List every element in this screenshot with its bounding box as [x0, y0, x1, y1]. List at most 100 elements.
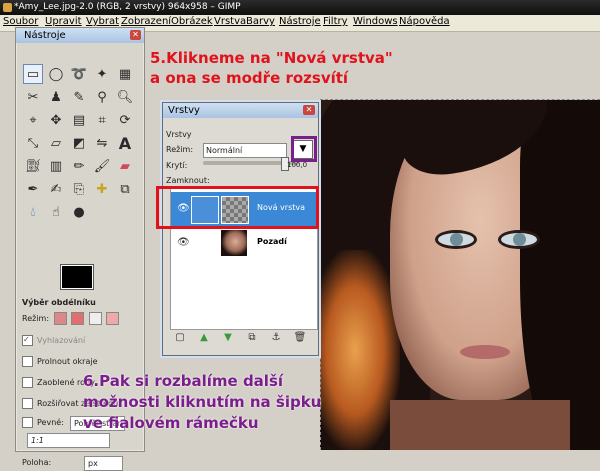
fixed-checkbox[interactable]	[22, 417, 33, 428]
antialias-label: Vyhlazování	[37, 336, 86, 345]
photo-eye-left	[435, 230, 477, 249]
layer-row-background[interactable]: 👁︎ Pozadí	[171, 226, 317, 260]
rotate-icon[interactable]: ⟳	[115, 110, 135, 130]
perspective-clone-icon[interactable]: ⧉	[115, 179, 135, 199]
menu-layer[interactable]: Vrstva	[214, 16, 246, 27]
window-title: *Amy_Lee.jpg-2.0 (RGB, 2 vrstvy) 964x958…	[14, 2, 241, 12]
close-icon[interactable]: ✕	[303, 105, 315, 115]
text-icon[interactable]: A	[115, 133, 135, 153]
scissors-icon[interactable]: ✂	[23, 87, 43, 107]
rect-select-icon[interactable]: ▭	[23, 64, 43, 84]
annotation-step6-line2: možnosti kliknutím na šipku	[83, 393, 322, 411]
menu-windows[interactable]: Windows	[353, 16, 398, 27]
menu-select[interactable]: Vybrat	[86, 16, 119, 27]
unit-dropdown[interactable]: px	[84, 456, 123, 471]
close-icon[interactable]: ✕	[130, 30, 141, 40]
mode-add-icon[interactable]	[71, 312, 85, 325]
raise-layer-icon[interactable]: ▲	[197, 331, 211, 345]
scale-icon[interactable]: ⤡	[23, 133, 43, 153]
heal-icon[interactable]: ✚	[92, 179, 112, 199]
dodge-burn-icon[interactable]: ●	[69, 202, 89, 222]
eye-icon[interactable]: 👁︎	[177, 237, 190, 248]
new-layer-icon[interactable]: ▢	[173, 331, 187, 345]
menu-tools[interactable]: Nástroje	[279, 16, 321, 27]
purple-highlight-frame	[291, 136, 317, 162]
mode-row: Režim:	[22, 312, 140, 326]
feather-row[interactable]: Prolnout okraje	[22, 355, 140, 369]
annotation-step5-line2: a ona se modře rozsvítí	[150, 69, 349, 87]
paths-icon[interactable]: ✎	[69, 87, 89, 107]
perspective-icon[interactable]: ◩	[69, 133, 89, 153]
layer-mode-dropdown[interactable]: Normální	[203, 143, 287, 158]
zoom-icon[interactable]: 🔍︎	[115, 87, 135, 107]
image-canvas[interactable]	[320, 100, 600, 450]
brush-icon[interactable]: 🖌︎	[92, 156, 112, 176]
delete-layer-icon[interactable]: 🗑︎	[293, 331, 307, 345]
feather-checkbox[interactable]	[22, 356, 33, 367]
ratio-input[interactable]: 1:1	[27, 433, 110, 448]
tool-grid: ▭ ◯ ➰ ✦ ▦ ✂ ♟ ✎ ⚲ 🔍︎ ⌖ ✥ ▤ ⌗ ⟳ ⤡ ▱ ◩ ⇋ A…	[23, 64, 141, 254]
airbrush-icon[interactable]: ✒	[23, 179, 43, 199]
mode-intersect-icon[interactable]	[106, 312, 120, 325]
tool-options-heading: Výběr obdélníku	[22, 298, 96, 307]
window-titlebar: *Amy_Lee.jpg-2.0 (RGB, 2 vrstvy) 964x958…	[0, 0, 600, 15]
opacity-slider[interactable]	[203, 157, 299, 171]
layer-mode-label: Režim:	[166, 145, 194, 154]
mode-replace-icon[interactable]	[53, 312, 67, 325]
menu-image[interactable]: Obrázek	[171, 16, 213, 27]
photo-eye-right	[498, 230, 540, 249]
blur-icon[interactable]: 💧︎	[23, 202, 43, 222]
menu-filters[interactable]: Filtry	[323, 16, 348, 27]
annotation-step6-line1: 6.Pak si rozbalíme další	[83, 372, 284, 390]
gimp-icon	[3, 3, 12, 12]
duplicate-layer-icon[interactable]: ⧉	[245, 331, 259, 345]
menu-file[interactable]: Soubor	[3, 16, 38, 27]
foreground-select-icon[interactable]: ♟	[46, 87, 66, 107]
annotation-step6: 6.Pak si rozbalíme další možnosti kliknu…	[83, 371, 321, 434]
foreground-color[interactable]	[60, 264, 94, 290]
feather-label: Prolnout okraje	[37, 357, 98, 366]
opacity-label: Krytí:	[166, 161, 188, 170]
layer-boundary-top	[320, 99, 600, 100]
blend-icon[interactable]: ▥	[46, 156, 66, 176]
menu-colors[interactable]: Barvy	[246, 16, 275, 27]
color-picker-icon[interactable]: ⚲	[92, 87, 112, 107]
move-icon[interactable]: ✥	[46, 110, 66, 130]
menu-view[interactable]: Zobrazení	[121, 16, 171, 27]
mode-label: Režim:	[22, 314, 50, 323]
eraser-icon[interactable]: ▰	[115, 156, 135, 176]
opacity-value[interactable]: 100,0	[287, 161, 307, 169]
select-by-color-icon[interactable]: ▦	[115, 64, 135, 84]
clone-icon[interactable]: ⎘	[69, 179, 89, 199]
menu-help[interactable]: Nápověda	[399, 16, 450, 27]
shear-icon[interactable]: ▱	[46, 133, 66, 153]
align-icon[interactable]: ▤	[69, 110, 89, 130]
layers-tab-label[interactable]: Vrstvy	[166, 130, 192, 139]
smudge-icon[interactable]: ☝	[46, 202, 66, 222]
annotation-step6-line3: ve fialovém rámečku	[83, 414, 259, 432]
rounded-checkbox[interactable]	[22, 377, 33, 388]
photo-lips	[460, 345, 510, 359]
lasso-icon[interactable]: ➰	[69, 64, 89, 84]
anchor-layer-icon[interactable]: ⚓	[269, 331, 283, 345]
unit-row: px	[22, 456, 140, 471]
antialias-checkbox[interactable]	[22, 333, 33, 347]
expand-checkbox[interactable]	[22, 398, 33, 409]
fuzzy-select-icon[interactable]: ✦	[92, 64, 112, 84]
lower-layer-icon[interactable]: ▼	[221, 331, 235, 345]
pencil-icon[interactable]: ✏	[69, 156, 89, 176]
layer-thumbnail	[221, 230, 247, 256]
ellipse-select-icon[interactable]: ◯	[46, 64, 66, 84]
annotation-step5-line1: 5.Klikneme na "Nová vrstva"	[150, 49, 393, 67]
ink-icon[interactable]: ✍	[46, 179, 66, 199]
menu-edit[interactable]: Upravit	[45, 16, 82, 27]
mode-subtract-icon[interactable]	[88, 312, 102, 325]
layers-title[interactable]: Vrstvy	[163, 103, 318, 118]
toolbox-title[interactable]: Nástroje	[16, 28, 144, 43]
measure-icon[interactable]: ⌖	[23, 110, 43, 130]
bucket-fill-icon[interactable]: ⛽︎	[23, 156, 43, 176]
antialias-row[interactable]: Vyhlazování	[22, 333, 140, 348]
flip-icon[interactable]: ⇋	[92, 133, 112, 153]
layer-name: Pozadí	[257, 237, 287, 246]
crop-icon[interactable]: ⌗	[92, 110, 112, 130]
